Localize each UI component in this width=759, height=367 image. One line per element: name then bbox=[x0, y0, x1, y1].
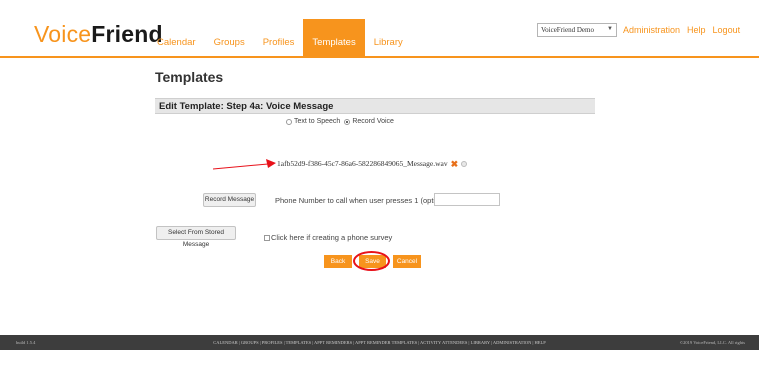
top-links: Administration Help Logout bbox=[623, 25, 740, 35]
recorded-file: 1afb52d9-f386-45c7-86a6-582286849065_Mes… bbox=[277, 159, 468, 168]
step-header: Edit Template: Step 4a: Voice Message bbox=[155, 98, 595, 114]
message-type-radio-group: Text to Speech Record Voice bbox=[286, 118, 394, 125]
save-button[interactable]: Save bbox=[359, 255, 386, 268]
chevron-down-icon: ▼ bbox=[607, 26, 613, 32]
record-voice-radio[interactable] bbox=[344, 118, 351, 125]
account-select[interactable]: VoiceFriend Demo ▼ bbox=[537, 23, 617, 37]
nav-library[interactable]: Library bbox=[365, 19, 412, 56]
phone-survey-option: Click here if creating a phone survey bbox=[264, 233, 392, 242]
recorded-file-name: 1afb52d9-f386-45c7-86a6-582286849065_Mes… bbox=[277, 159, 448, 168]
nav-profiles[interactable]: Profiles bbox=[254, 19, 304, 56]
help-link[interactable]: Help bbox=[687, 25, 706, 35]
footer-links[interactable]: CALENDAR | GROUPS | PROFILES | TEMPLATES… bbox=[0, 340, 759, 345]
voicefriend-logo[interactable]: VoiceFriend bbox=[34, 20, 163, 48]
step-title: Step 4a: Voice Message bbox=[226, 101, 334, 112]
phone-survey-checkbox[interactable] bbox=[264, 234, 270, 241]
account-select-value: VoiceFriend Demo bbox=[541, 26, 594, 34]
phone-number-input[interactable] bbox=[434, 193, 500, 206]
logo-voice-text: Voice bbox=[34, 21, 92, 47]
page-title: Templates bbox=[155, 69, 224, 85]
cancel-button[interactable]: Cancel bbox=[393, 255, 421, 268]
record-voice-label: Record Voice bbox=[352, 118, 394, 125]
administration-link[interactable]: Administration bbox=[623, 25, 680, 35]
delete-x-icon[interactable]: ✖ bbox=[451, 159, 459, 168]
play-icon[interactable] bbox=[461, 160, 468, 167]
step-prefix: Edit Template: bbox=[159, 101, 224, 112]
select-stored-message-button[interactable]: Select From Stored Message bbox=[156, 226, 236, 248]
nav-calendar[interactable]: Calendar bbox=[148, 19, 205, 56]
footer-copyright: ©2019 VoiceFriend, LLC. All rights bbox=[679, 340, 745, 345]
header-divider bbox=[0, 56, 759, 58]
text-to-speech-radio[interactable] bbox=[286, 118, 292, 125]
back-button[interactable]: Back bbox=[324, 255, 352, 268]
phone-survey-label: Click here if creating a phone survey bbox=[271, 233, 393, 242]
nav-groups[interactable]: Groups bbox=[205, 19, 254, 56]
phone-number-label: Phone Number to call when user presses 1… bbox=[275, 196, 454, 205]
logout-link[interactable]: Logout bbox=[713, 25, 741, 35]
red-arrow-annotation bbox=[213, 159, 276, 170]
record-message-button[interactable]: Record Message bbox=[203, 193, 256, 207]
nav-templates[interactable]: Templates bbox=[303, 19, 365, 56]
text-to-speech-label: Text to Speech bbox=[294, 118, 341, 125]
main-nav: Calendar Groups Profiles Templates Libra… bbox=[148, 19, 412, 56]
